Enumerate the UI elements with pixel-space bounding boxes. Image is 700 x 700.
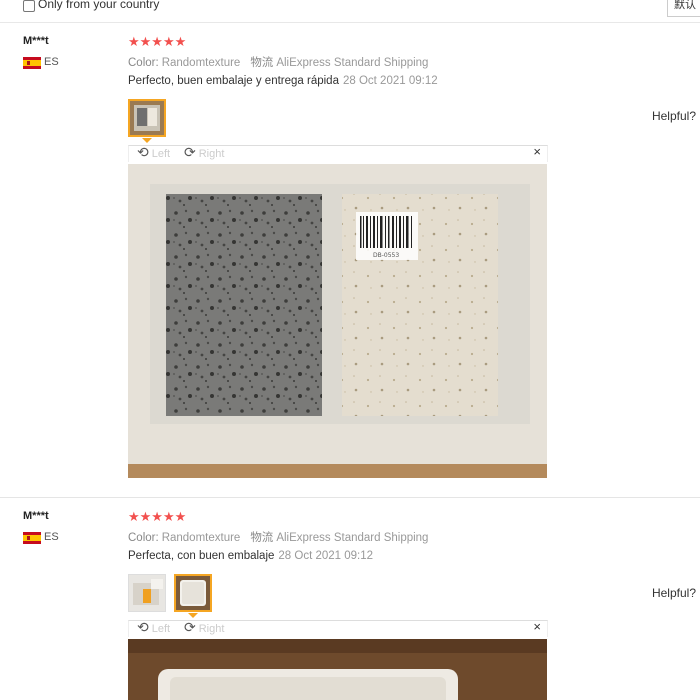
review-date: 28 Oct 2021 09:12: [278, 550, 374, 562]
review-content: Perfecta, con buen embalaje: [128, 550, 275, 562]
helpful-button[interactable]: Helpful?: [652, 109, 696, 123]
spain-flag-icon: [23, 57, 41, 69]
color-value: Randomtexture: [161, 57, 241, 69]
barcode-text: DB-0553: [373, 252, 399, 259]
filter-bar: Only from your country 默认: [0, 0, 700, 23]
color-label: Color:: [128, 532, 159, 544]
review-text: Perfecta, con buen embalaje 28 Oct 2021 0…: [128, 550, 373, 562]
sort-select[interactable]: 默认: [667, 0, 700, 17]
reviewer-name: M***t: [23, 35, 49, 47]
only-country-checkbox[interactable]: [23, 0, 35, 12]
close-icon[interactable]: ×: [533, 619, 541, 634]
review-item: M***t ES ★★★★★ Color: Randomtexture 物流 AliE…: [0, 23, 700, 497]
close-icon[interactable]: ×: [533, 144, 541, 159]
rotate-left-icon: ⟲: [137, 619, 149, 635]
rotate-left-button[interactable]: ⟲ Left: [137, 144, 170, 161]
rotate-right-button[interactable]: ⟳ Right: [184, 144, 224, 161]
star-rating: ★★★★★: [128, 34, 187, 49]
review-photo-large: DB-0553: [128, 164, 547, 478]
review-text: Perfecto, buen embalaje y entrega rápida…: [128, 75, 438, 87]
active-thumb-caret: [188, 613, 198, 618]
review-meta: Color: Randomtexture 物流 AliExpress Standard…: [128, 54, 428, 70]
reviewer-country: ES: [44, 531, 59, 543]
reviewer-name: M***t: [23, 510, 49, 522]
review-date: 28 Oct 2021 09:12: [342, 75, 438, 87]
rotate-left-button[interactable]: ⟲ Left: [137, 619, 170, 636]
helpful-button[interactable]: Helpful?: [652, 586, 696, 600]
shipping-label: 物流: [250, 57, 274, 69]
color-value: Randomtexture: [161, 532, 241, 544]
review-photo-thumbnail[interactable]: [174, 574, 212, 612]
review-photo-thumbnail[interactable]: [128, 99, 166, 137]
review-photo-thumbnail[interactable]: [128, 574, 166, 612]
only-country-label[interactable]: Only from your country: [38, 0, 159, 11]
rotate-right-icon: ⟳: [184, 619, 196, 635]
review-content: Perfecto, buen embalaje y entrega rápida: [128, 75, 339, 87]
spain-flag-icon: [23, 532, 41, 544]
photo-viewer-toolbar: ⟲ Left ⟳ Right ×: [128, 619, 548, 637]
color-label: Color:: [128, 57, 159, 69]
shipping-label: 物流: [250, 532, 274, 544]
rotate-right-icon: ⟳: [184, 144, 196, 160]
rotate-left-icon: ⟲: [137, 144, 149, 160]
shipping-value: AliExpress Standard Shipping: [276, 57, 429, 69]
rotate-right-button[interactable]: ⟳ Right: [184, 619, 224, 636]
shipping-value: AliExpress Standard Shipping: [276, 532, 429, 544]
active-thumb-caret: [142, 138, 152, 143]
star-rating: ★★★★★: [128, 509, 187, 524]
review-meta: Color: Randomtexture 物流 AliExpress Standard…: [128, 529, 428, 545]
review-item: M***t ES ★★★★★ Color: Randomtexture 物流 AliE…: [0, 498, 700, 700]
reviewer-country: ES: [44, 56, 59, 68]
review-photo-large: [128, 639, 547, 700]
photo-viewer-toolbar: ⟲ Left ⟳ Right ×: [128, 144, 548, 162]
